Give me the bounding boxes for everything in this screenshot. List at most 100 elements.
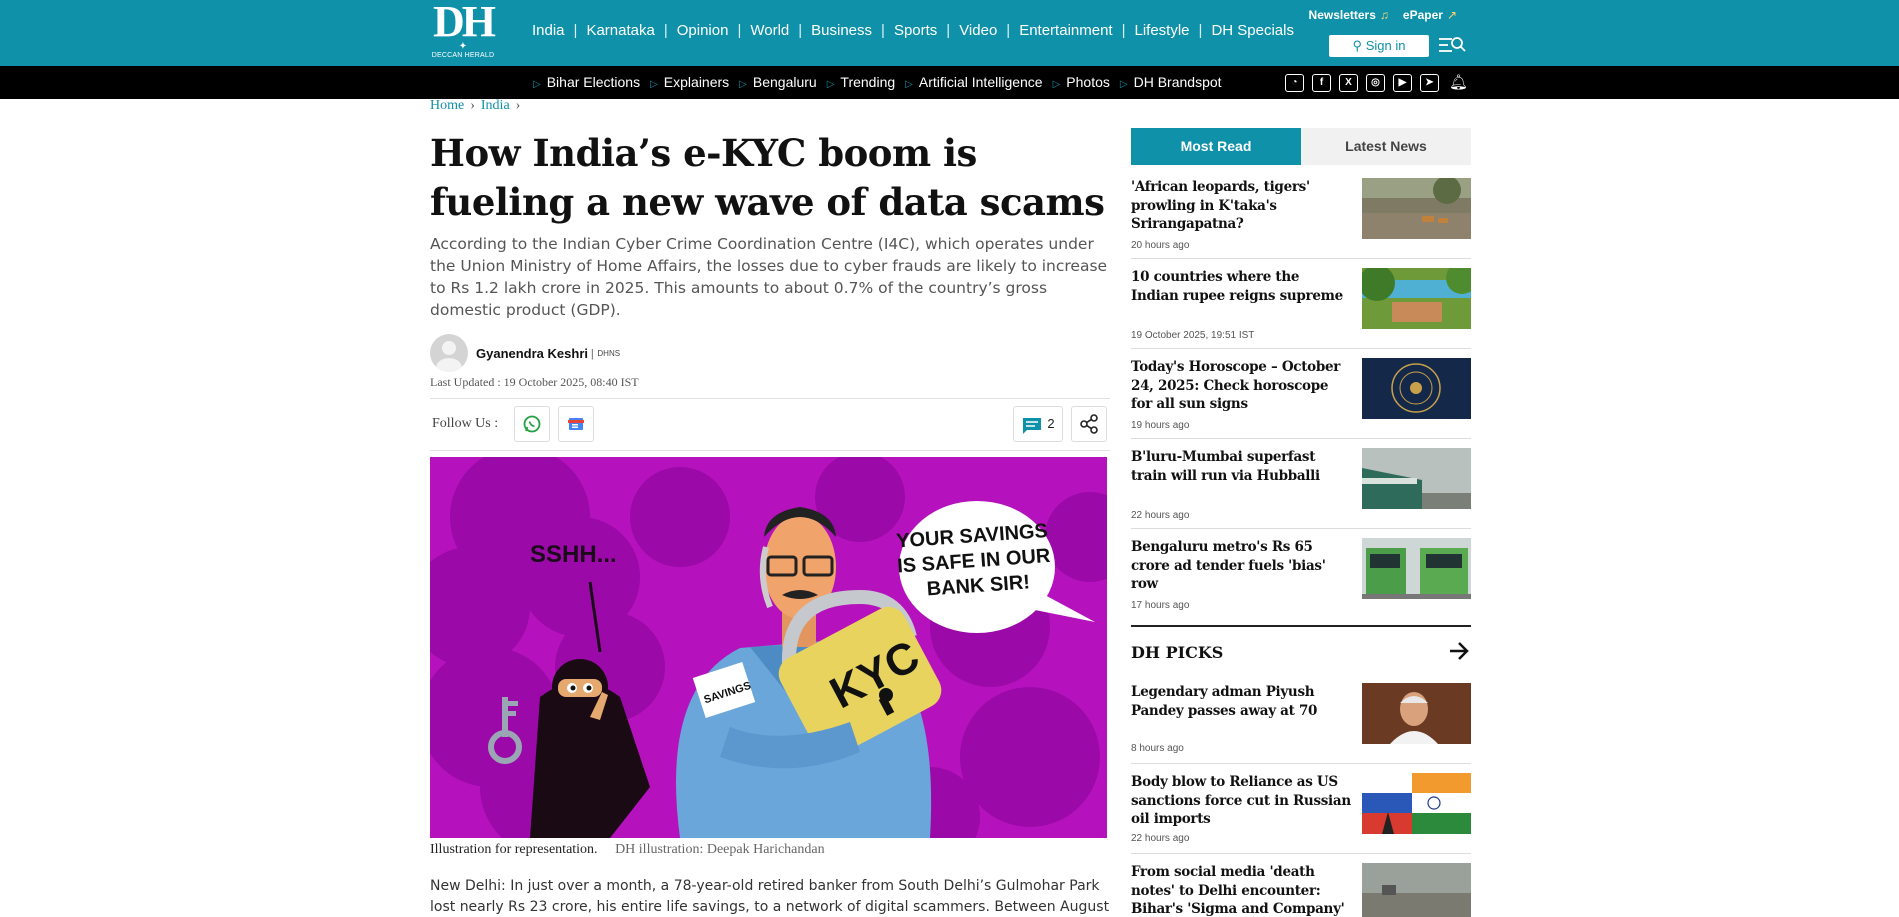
image-caption: Illustration for representation. DH illu… <box>430 842 825 858</box>
triangle-icon: ▷ <box>650 79 658 90</box>
share-icon <box>1080 414 1098 434</box>
breadcrumb-home[interactable]: Home <box>430 98 464 113</box>
dh-picks-item[interactable]: From social media 'death notes' to Delhi… <box>1131 863 1471 917</box>
nav-item-lifestyle[interactable]: Lifestyle <box>1135 22 1190 39</box>
article-summary: According to the Indian Cyber Crime Coor… <box>430 235 1108 319</box>
nav-item-karnataka[interactable]: Karnataka <box>586 22 654 39</box>
most-read-item[interactable]: B'luru-Mumbai superfast train will run v… <box>1131 448 1471 538</box>
trending-item-bengaluru[interactable]: ▷ Bengaluru <box>739 74 817 90</box>
story-thumbnail[interactable] <box>1362 268 1471 329</box>
tab-most-read[interactable]: Most Read <box>1131 128 1301 165</box>
newsletters-link[interactable]: Newsletters ♫ <box>1309 8 1389 22</box>
epaper-label: ePaper <box>1402 8 1443 22</box>
youtube-icon[interactable]: ▶ <box>1393 74 1412 92</box>
triangle-icon: ▷ <box>826 79 835 90</box>
story-title[interactable]: From social media 'death notes' to Delhi… <box>1131 863 1351 917</box>
triangle-icon: ▷ <box>1119 79 1128 90</box>
story-thumbnail[interactable] <box>1362 448 1471 509</box>
menu-search-icon[interactable] <box>1438 34 1466 56</box>
whatsapp-icon[interactable]: ◔ <box>1285 74 1304 92</box>
trending-item-label: Bengaluru <box>752 74 817 90</box>
arrow-right-icon[interactable] <box>1448 640 1470 662</box>
trending-item-explainers[interactable]: ▷ Explainers <box>650 74 729 90</box>
follow-google-news-button[interactable] <box>558 406 594 442</box>
sign-in-label: Sign in <box>1365 38 1406 53</box>
most-read-item[interactable]: 10 countries where the Indian rupee reig… <box>1131 268 1471 358</box>
nav-item-sports[interactable]: Sports <box>894 22 937 39</box>
most-read-item[interactable]: Today's Horoscope – October 24, 2025: Ch… <box>1131 358 1471 448</box>
google-news-icon <box>568 418 584 430</box>
author-name[interactable]: Gyanendra Keshri <box>476 346 588 361</box>
tab-latest-news[interactable]: Latest News <box>1301 128 1471 165</box>
comment-count: 2 <box>1047 416 1055 431</box>
trending-item-label: Photos <box>1066 74 1110 90</box>
trending-item-ai[interactable]: ▷ Artificial Intelligence <box>905 74 1042 90</box>
logo-text: DH <box>433 0 496 46</box>
nav-item-opinion[interactable]: Opinion <box>677 22 729 39</box>
comments-button[interactable]: 2 <box>1013 406 1063 442</box>
story-thumbnail[interactable] <box>1362 863 1471 917</box>
divider <box>1131 528 1471 529</box>
story-thumbnail[interactable] <box>1362 683 1471 744</box>
divider <box>1131 438 1471 439</box>
article-hero-image[interactable]: SSHH... YOUR SAVINGS IS SAFE IN OUR BANK… <box>430 457 1107 838</box>
bell-icon: ♫ <box>1379 8 1389 22</box>
telegram-icon[interactable]: ➤ <box>1420 74 1439 92</box>
story-thumbnail[interactable] <box>1362 358 1471 419</box>
nav-item-business[interactable]: Business <box>811 22 872 39</box>
user-icon: ⚲ <box>1352 38 1363 53</box>
facebook-icon[interactable]: f <box>1312 74 1331 92</box>
trending-item-photos[interactable]: ▷ Photos <box>1053 74 1110 90</box>
site-logo[interactable]: DH ✦ DECCAN HERALD <box>430 0 496 62</box>
nav-item-india[interactable]: India <box>532 22 565 39</box>
most-read-item[interactable]: 'African leopards, tigers' prowling in K… <box>1131 178 1471 268</box>
divider <box>1131 625 1471 627</box>
follow-whatsapp-button[interactable] <box>514 406 550 442</box>
sign-in-button[interactable]: ⚲ Sign in <box>1329 35 1429 57</box>
trending-item-label: DH Brandspot <box>1133 74 1222 90</box>
nav-item-world[interactable]: World <box>750 22 789 39</box>
dh-picks-item[interactable]: Legendary adman Piyush Pandey passes awa… <box>1131 683 1471 773</box>
story-time: 8 hours ago <box>1131 743 1184 754</box>
newsletters-label: Newsletters <box>1308 8 1376 22</box>
instagram-icon[interactable]: ◎ <box>1366 74 1385 92</box>
notification-bell-icon[interactable]: 🔔︎ <box>1449 74 1468 92</box>
trending-item-trending[interactable]: ▷ Trending <box>827 74 895 90</box>
most-read-item[interactable]: Bengaluru metro's Rs 65 crore ad tender … <box>1131 538 1471 618</box>
epaper-link[interactable]: ePaper ↗ <box>1403 8 1457 22</box>
trending-item-label: Bihar Elections <box>546 74 641 90</box>
story-time: 19 hours ago <box>1131 420 1190 431</box>
article-body: New Delhi: In just over a month, a 78-ye… <box>430 878 1110 915</box>
logo-subtitle: DECCAN HERALD <box>431 52 495 59</box>
main-nav: India | Karnataka | Opinion | World | Busine… <box>532 22 1294 39</box>
story-title[interactable]: 10 countries where the Indian rupee reig… <box>1131 268 1351 305</box>
nav-item-entertainment[interactable]: Entertainment <box>1019 22 1112 39</box>
trending-item-brandspot[interactable]: ▷ DH Brandspot <box>1120 74 1222 90</box>
story-title[interactable]: Body blow to Reliance as US sanctions fo… <box>1131 773 1351 829</box>
caption-text: Illustration for representation. <box>430 842 598 857</box>
story-thumbnail[interactable] <box>1362 178 1471 239</box>
triangle-icon: ▷ <box>739 79 747 90</box>
breadcrumb-india[interactable]: India <box>481 98 510 113</box>
story-thumbnail[interactable] <box>1362 538 1471 599</box>
dh-picks-title: DH PICKS <box>1131 643 1224 662</box>
trending-item-bihar-elections[interactable]: ▷ Bihar Elections <box>533 74 640 90</box>
dh-picks-item[interactable]: Body blow to Reliance as US sanctions fo… <box>1131 773 1471 863</box>
last-updated: Last Updated : 19 October 2025, 08:40 IS… <box>430 375 639 389</box>
story-thumbnail[interactable] <box>1362 773 1471 834</box>
story-title[interactable]: Legendary adman Piyush Pandey passes awa… <box>1131 683 1351 720</box>
trending-item-label: Artificial Intelligence <box>918 74 1043 90</box>
story-title[interactable]: B'luru-Mumbai superfast train will run v… <box>1131 448 1351 485</box>
x-icon[interactable]: X <box>1339 74 1358 92</box>
share-button[interactable] <box>1071 406 1107 442</box>
story-title[interactable]: Bengaluru metro's Rs 65 crore ad tender … <box>1131 538 1351 594</box>
story-title[interactable]: Today's Horoscope – October 24, 2025: Ch… <box>1131 358 1351 414</box>
nav-item-dh-specials[interactable]: DH Specials <box>1211 22 1294 39</box>
follow-label: Follow Us : <box>432 416 499 431</box>
sidebar-tabs: Most Read Latest News <box>1131 128 1471 165</box>
story-time: 20 hours ago <box>1131 240 1190 251</box>
nav-item-video[interactable]: Video <box>959 22 997 39</box>
story-title[interactable]: 'African leopards, tigers' prowling in K… <box>1131 178 1351 234</box>
divider <box>1131 763 1471 764</box>
author-block: Gyanendra Keshri | DHNS <box>430 334 620 372</box>
